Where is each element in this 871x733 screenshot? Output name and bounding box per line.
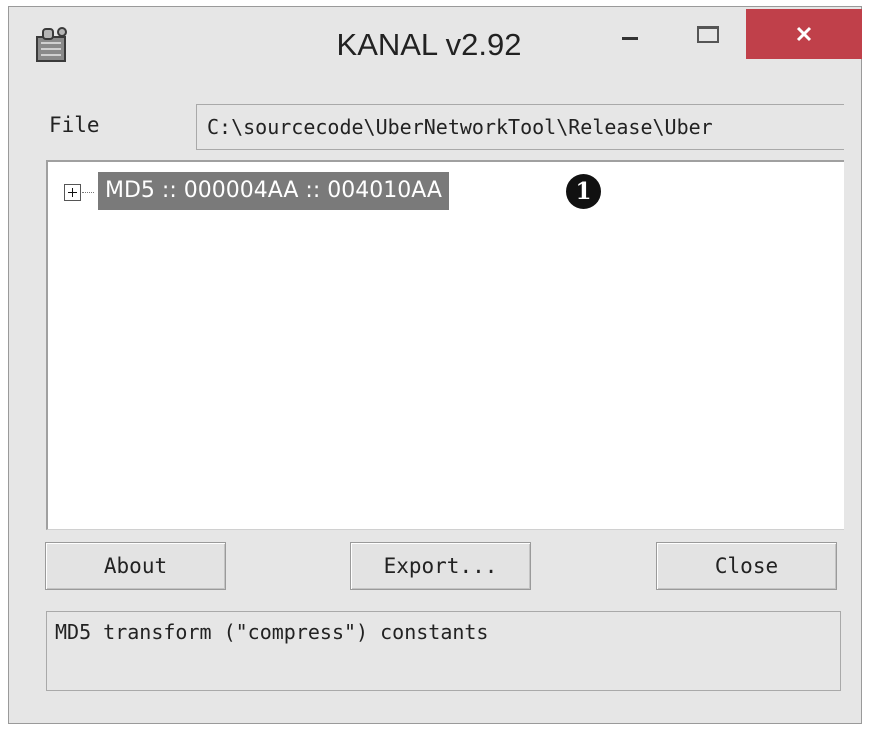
file-path-field[interactable]: C:\sourcecode\UberNetworkTool\Release\Ub… bbox=[196, 104, 844, 150]
maximize-button[interactable] bbox=[677, 9, 739, 59]
expand-icon[interactable] bbox=[64, 184, 81, 201]
file-label: File bbox=[49, 113, 100, 137]
tree-item-md5[interactable]: MD5 :: 000004AA :: 004010AA bbox=[98, 172, 449, 210]
tree-connector bbox=[82, 192, 94, 193]
puzzle-plugin-icon bbox=[36, 27, 67, 62]
window-title: KANAL v2.92 bbox=[336, 27, 522, 62]
minimize-icon bbox=[622, 36, 638, 40]
kanal-window: KANAL v2.92 File C:\sourcecode\UberNetwo… bbox=[8, 6, 862, 724]
minimize-button[interactable] bbox=[599, 9, 661, 59]
results-tree[interactable]: MD5 :: 000004AA :: 004010AA 1 bbox=[46, 160, 844, 530]
about-button[interactable]: About bbox=[45, 542, 226, 590]
status-description: MD5 transform ("compress") constants bbox=[46, 611, 841, 691]
title-bar[interactable]: KANAL v2.92 bbox=[9, 7, 862, 87]
close-icon bbox=[796, 26, 812, 42]
close-button[interactable]: Close bbox=[656, 542, 837, 590]
close-window-button[interactable] bbox=[746, 9, 862, 59]
maximize-icon bbox=[697, 25, 719, 43]
export-button[interactable]: Export... bbox=[350, 542, 531, 590]
callout-marker: 1 bbox=[566, 174, 601, 209]
